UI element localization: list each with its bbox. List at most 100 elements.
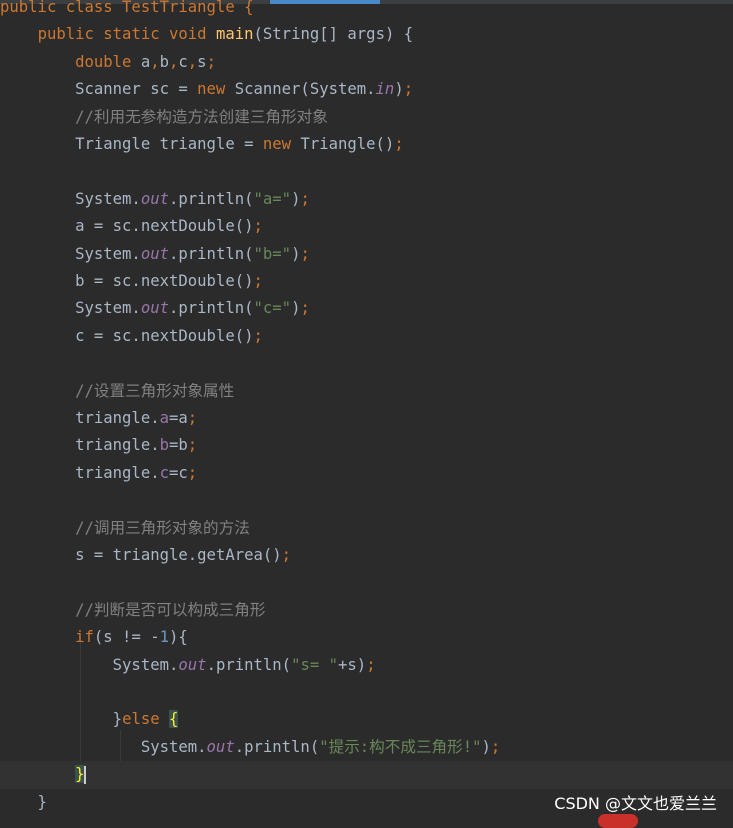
- code-line[interactable]: triangle.b=b;: [0, 432, 733, 459]
- code-token: triangle.: [0, 463, 160, 482]
- code-line[interactable]: public class TestTriangle {: [0, 0, 733, 21]
- code-token: //调用三角形对象的方法: [0, 518, 250, 537]
- code-line[interactable]: a = sc.nextDouble();: [0, 213, 733, 240]
- code-token: ,: [187, 52, 198, 71]
- code-line[interactable]: b = sc.nextDouble();: [0, 268, 733, 295]
- code-token: out: [206, 737, 235, 756]
- code-token: }: [0, 792, 47, 811]
- code-line[interactable]: }: [0, 761, 733, 789]
- code-line[interactable]: System.out.println("s= "+s);: [0, 652, 733, 679]
- code-token: (String[] args) {: [253, 25, 414, 44]
- code-token: out: [178, 655, 207, 674]
- code-line[interactable]: s = triangle.getArea();: [0, 542, 733, 569]
- code-line[interactable]: triangle.c=c;: [0, 460, 733, 487]
- code-token: =b: [169, 436, 188, 455]
- code-line[interactable]: System.out.println("c=");: [0, 295, 733, 322]
- code-token: else: [122, 710, 170, 729]
- code-token: 1: [159, 628, 169, 647]
- code-token: "s= ": [291, 655, 339, 674]
- code-line[interactable]: [0, 158, 733, 185]
- code-token: a: [159, 409, 169, 427]
- code-token: ;: [187, 409, 198, 427]
- code-token: ;: [206, 52, 216, 71]
- code-token: System.: [0, 299, 141, 318]
- code-token: s: [197, 52, 207, 71]
- code-line[interactable]: [0, 569, 733, 596]
- code-token: ): [394, 80, 404, 99]
- code-token: ;: [253, 272, 263, 290]
- code-token: ,: [169, 52, 179, 71]
- code-token: //设置三角形对象属性: [0, 381, 235, 400]
- code-editor[interactable]: public class TestTriangle { public stati…: [0, 0, 733, 822]
- code-token: new: [262, 135, 301, 153]
- code-token: out: [140, 189, 169, 208]
- code-token: "提示:构不成三角形!": [319, 737, 482, 756]
- code-token: b: [159, 52, 169, 71]
- code-line[interactable]: double a,b,c,s;: [0, 49, 733, 76]
- code-token: //利用无参构造方法创建三角形对象: [0, 107, 328, 126]
- text-caret: [83, 765, 86, 784]
- code-line[interactable]: //判断是否可以构成三角形: [0, 597, 733, 624]
- code-line[interactable]: if(s != -1){: [0, 624, 733, 651]
- code-token: ;: [300, 244, 310, 263]
- code-line[interactable]: System.out.println("提示:构不成三角形!");: [0, 734, 733, 761]
- code-token: triangle.: [0, 436, 160, 455]
- code-line[interactable]: Scanner sc = new Scanner(System.in);: [0, 76, 733, 103]
- code-line[interactable]: [0, 487, 733, 514]
- code-token: ;: [403, 80, 414, 99]
- code-token: ;: [187, 463, 198, 482]
- code-token: ,: [150, 52, 160, 71]
- code-token: double: [75, 52, 141, 71]
- code-token: Triangle(): [300, 135, 395, 153]
- code-token: .println(: [206, 655, 292, 674]
- code-token: "c=": [253, 299, 292, 318]
- code-token: "b=": [253, 244, 292, 263]
- code-line[interactable]: triangle.a=a;: [0, 405, 733, 432]
- code-token: c: [159, 463, 169, 482]
- code-line[interactable]: //调用三角形对象的方法: [0, 515, 733, 542]
- code-token: .println(: [169, 189, 254, 208]
- code-token: System.: [0, 244, 141, 263]
- code-token: System.: [0, 655, 179, 674]
- code-line[interactable]: c = sc.nextDouble();: [0, 323, 733, 350]
- code-line[interactable]: //设置三角形对象属性: [0, 378, 733, 405]
- code-line[interactable]: System.out.println("a=");: [0, 186, 733, 213]
- code-token: ;: [187, 436, 198, 455]
- notification-badge: [598, 814, 638, 828]
- code-line[interactable]: Triangle triangle = new Triangle();: [0, 131, 733, 158]
- code-token: new: [197, 80, 235, 99]
- code-token: .println(: [169, 244, 254, 263]
- code-token: Triangle triangle =: [0, 135, 263, 153]
- code-token: ;: [490, 737, 501, 756]
- code-token: a: [140, 52, 151, 71]
- code-token: c: [178, 52, 188, 71]
- code-token: ): [481, 737, 491, 756]
- code-token: a = sc.nextDouble(): [0, 217, 254, 236]
- code-token: ;: [300, 189, 310, 208]
- code-token: s = triangle.getArea(): [0, 546, 282, 564]
- code-token: .println(: [234, 737, 320, 756]
- code-line[interactable]: public static void main(String[] args) {: [0, 21, 733, 48]
- code-token: b = sc.nextDouble(): [0, 272, 254, 290]
- code-line[interactable]: //利用无参构造方法创建三角形对象: [0, 104, 733, 131]
- code-token: ;: [253, 217, 263, 236]
- code-token: +s): [338, 655, 367, 674]
- code-line[interactable]: [0, 350, 733, 377]
- code-token: ;: [281, 546, 292, 564]
- code-token: ;: [253, 326, 263, 345]
- code-token: public class TestTriangle {: [0, 0, 254, 16]
- code-token: }: [0, 710, 123, 729]
- code-line[interactable]: [0, 679, 733, 706]
- code-token: System.: [0, 189, 141, 208]
- code-token: (s != -: [93, 628, 160, 647]
- csdn-watermark: CSDN @文文也爱兰兰: [554, 794, 717, 813]
- code-line[interactable]: }else {: [0, 706, 733, 733]
- code-line[interactable]: System.out.println("b=");: [0, 241, 733, 268]
- code-token: out: [140, 299, 169, 318]
- code-token: b: [159, 436, 169, 455]
- code-token: System.: [0, 737, 207, 756]
- code-token: {: [169, 710, 179, 729]
